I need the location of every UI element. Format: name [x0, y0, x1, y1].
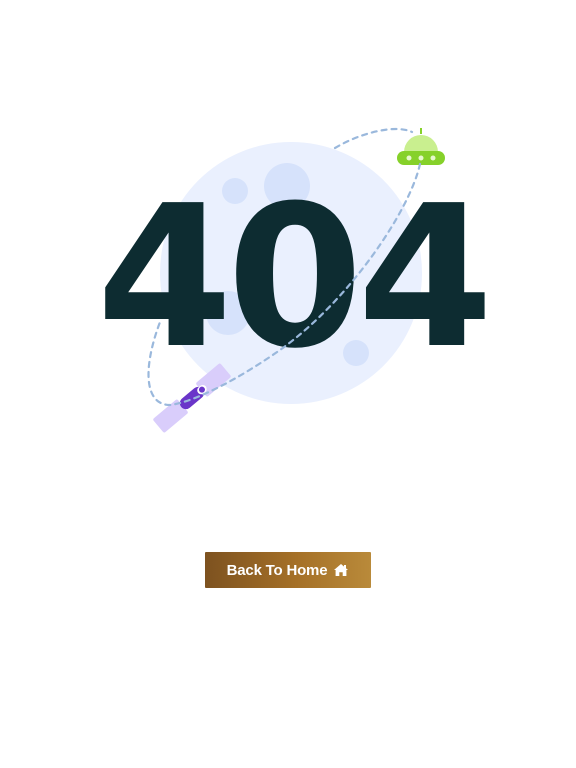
not-found-page: 404 Back To Home — [0, 0, 576, 768]
back-to-home-label: Back To Home — [226, 561, 328, 579]
orbit-path-back — [333, 127, 414, 150]
back-to-home-button[interactable]: Back To Home — [205, 552, 371, 588]
ufo-icon — [397, 128, 445, 165]
home-icon — [334, 564, 349, 576]
error-code-404: 404 — [96, 164, 493, 392]
